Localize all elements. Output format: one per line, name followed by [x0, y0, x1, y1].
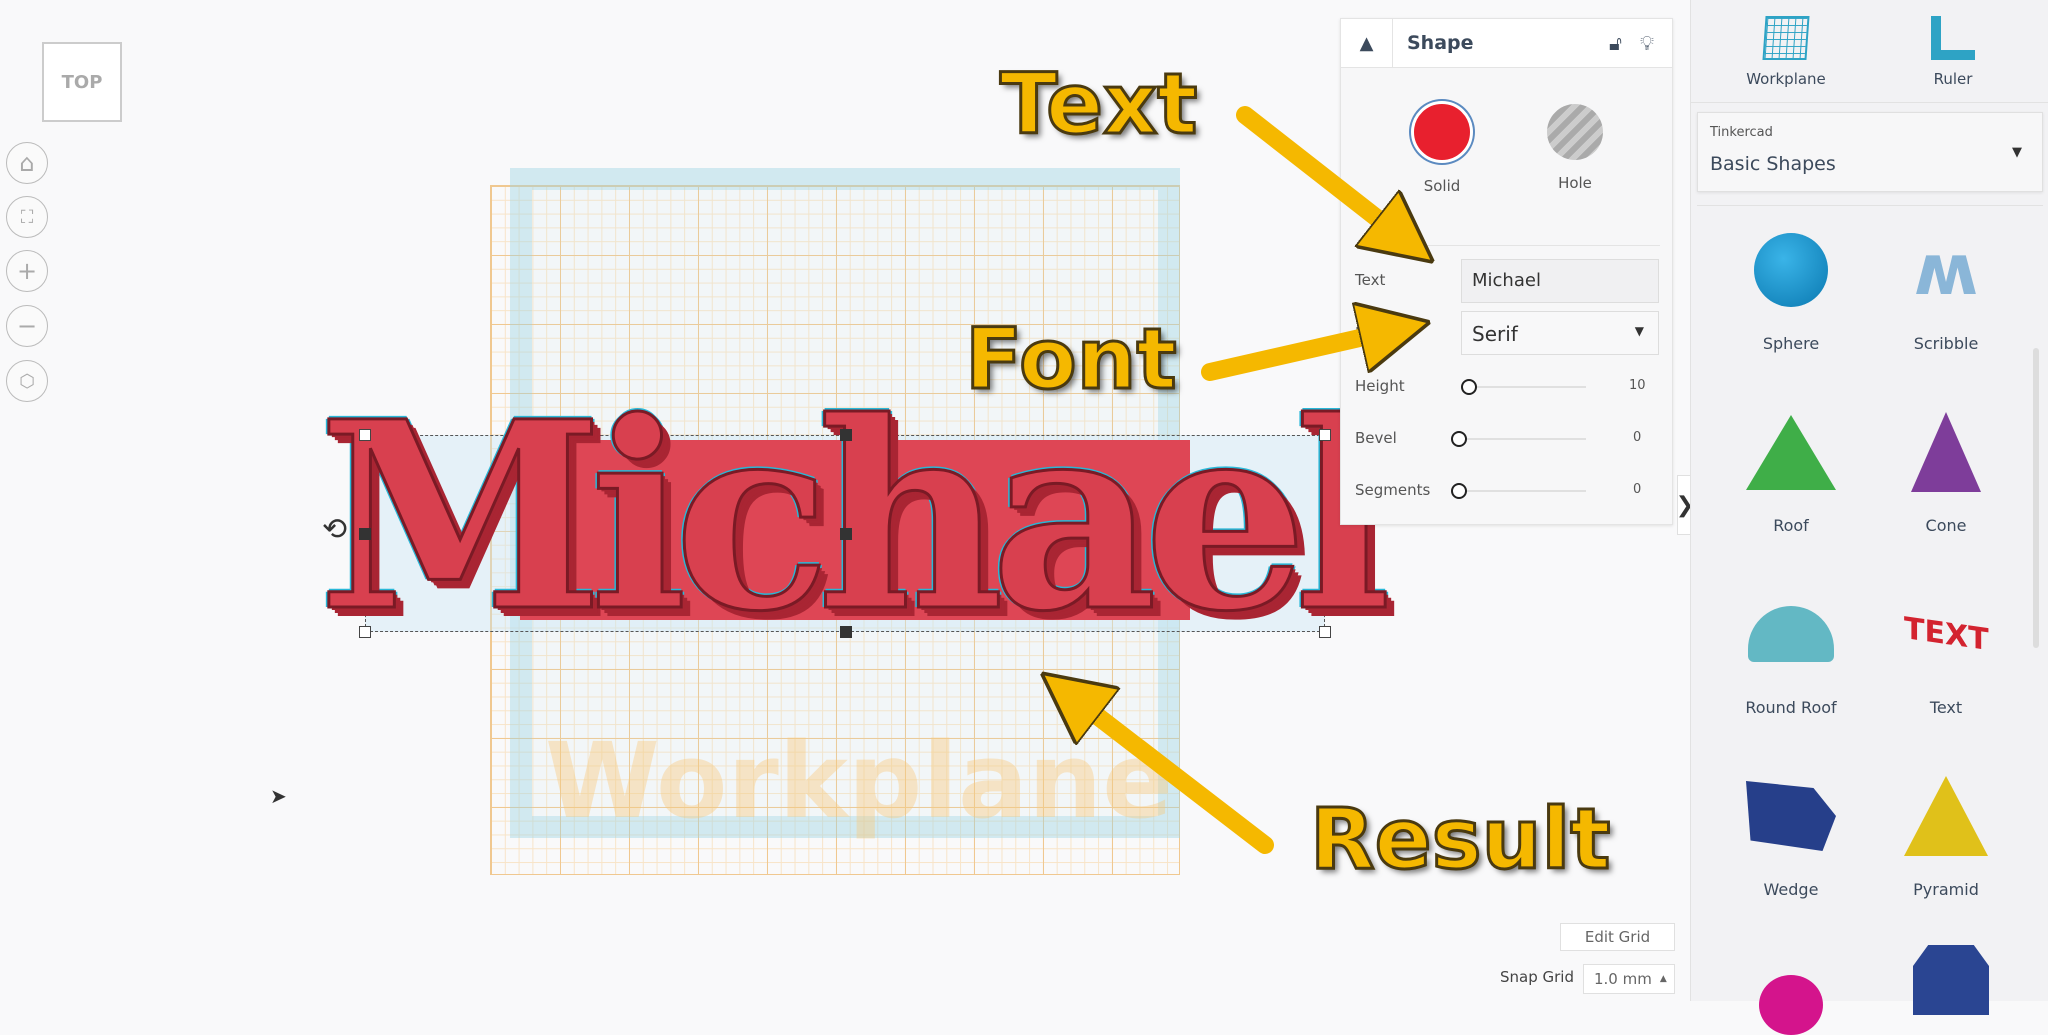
arrow-font	[1201, 330, 1395, 381]
arrow-text	[1236, 106, 1405, 240]
arrow-result	[1070, 695, 1274, 854]
callout-font: Font	[964, 309, 1179, 410]
callout-text: Text	[998, 54, 1198, 155]
callout-result: Result	[1308, 789, 1611, 890]
